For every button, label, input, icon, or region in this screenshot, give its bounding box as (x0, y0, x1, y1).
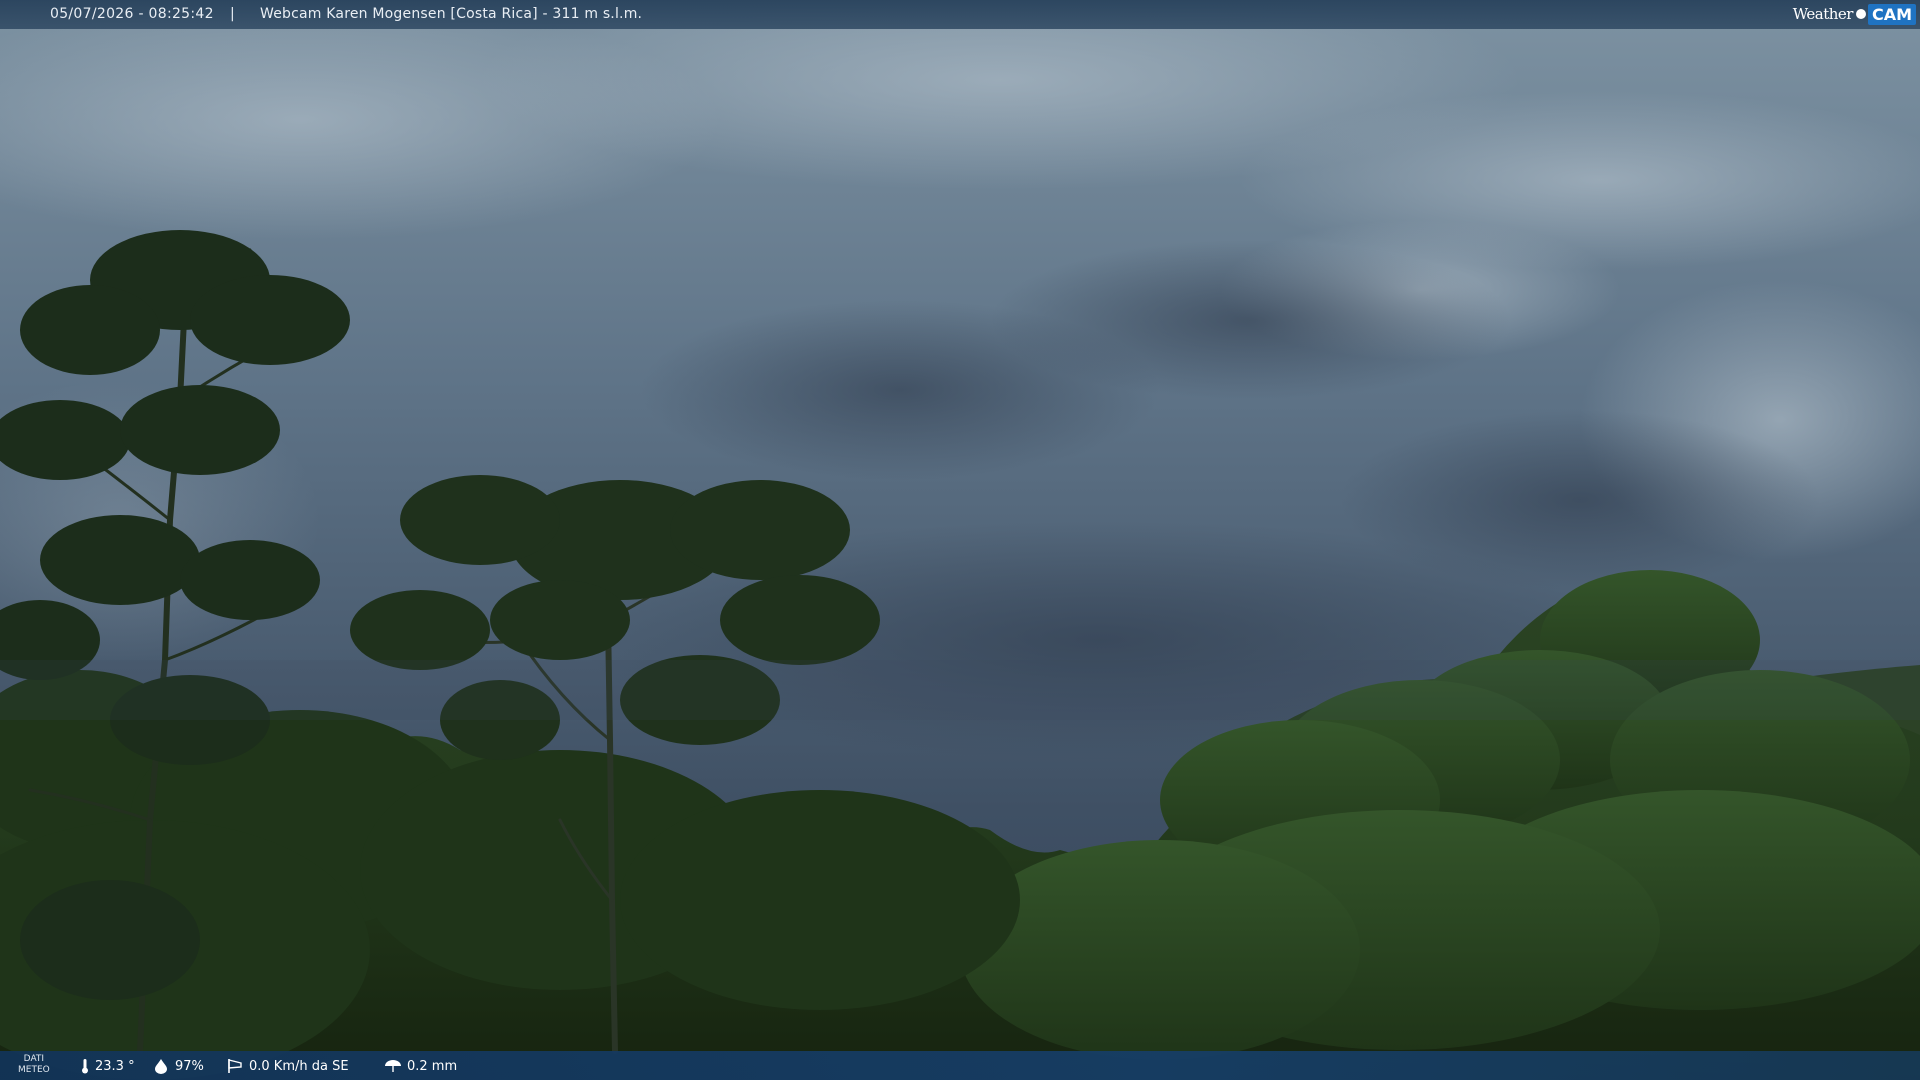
rain-metric: 0.2 mm (384, 1058, 457, 1074)
dati-meteo-label: DATI METEO (18, 1054, 50, 1076)
wind-value: 0.0 Km/h da SE (249, 1058, 349, 1074)
humidity-drop-icon (155, 1059, 167, 1074)
timestamp: 05/07/2026 - 08:25:42 (50, 6, 214, 22)
wind-metric: 0.0 Km/h da SE (226, 1058, 349, 1074)
temperature-value: 23.3 ° (95, 1058, 135, 1074)
top-info-bar: 05/07/2026 - 08:25:42 | Webcam Karen Mog… (0, 0, 1920, 29)
temperature-metric: 23.3 ° (80, 1058, 135, 1074)
webcam-scene (0, 0, 1920, 1080)
rain-value: 0.2 mm (407, 1058, 458, 1074)
humidity-metric: 97% (152, 1058, 204, 1074)
separator: | (230, 6, 235, 22)
wind-sock-icon (228, 1059, 242, 1073)
umbrella-icon (385, 1060, 401, 1072)
horizon-haze (0, 660, 1920, 720)
webcam-frame: 05/07/2026 - 08:25:42 | Webcam Karen Mog… (0, 0, 1920, 1080)
logo-cam-text: CAM (1867, 3, 1916, 25)
logo-weather-text: Weather (1792, 5, 1854, 23)
weathercam-logo: Weather CAM (1793, 3, 1916, 25)
humidity-value: 97% (175, 1058, 204, 1074)
dati-label-line1: DATI (23, 1054, 45, 1064)
dati-label-line2: METEO (18, 1065, 50, 1075)
weather-data-bar: DATI METEO 23.3 ° 97% 0.0 Km/h da SE 0.2… (0, 1051, 1920, 1080)
thermometer-icon (82, 1059, 88, 1074)
webcam-title: Webcam Karen Mogensen [Costa Rica] - 311… (260, 6, 643, 22)
logo-dot-icon (1855, 9, 1866, 19)
